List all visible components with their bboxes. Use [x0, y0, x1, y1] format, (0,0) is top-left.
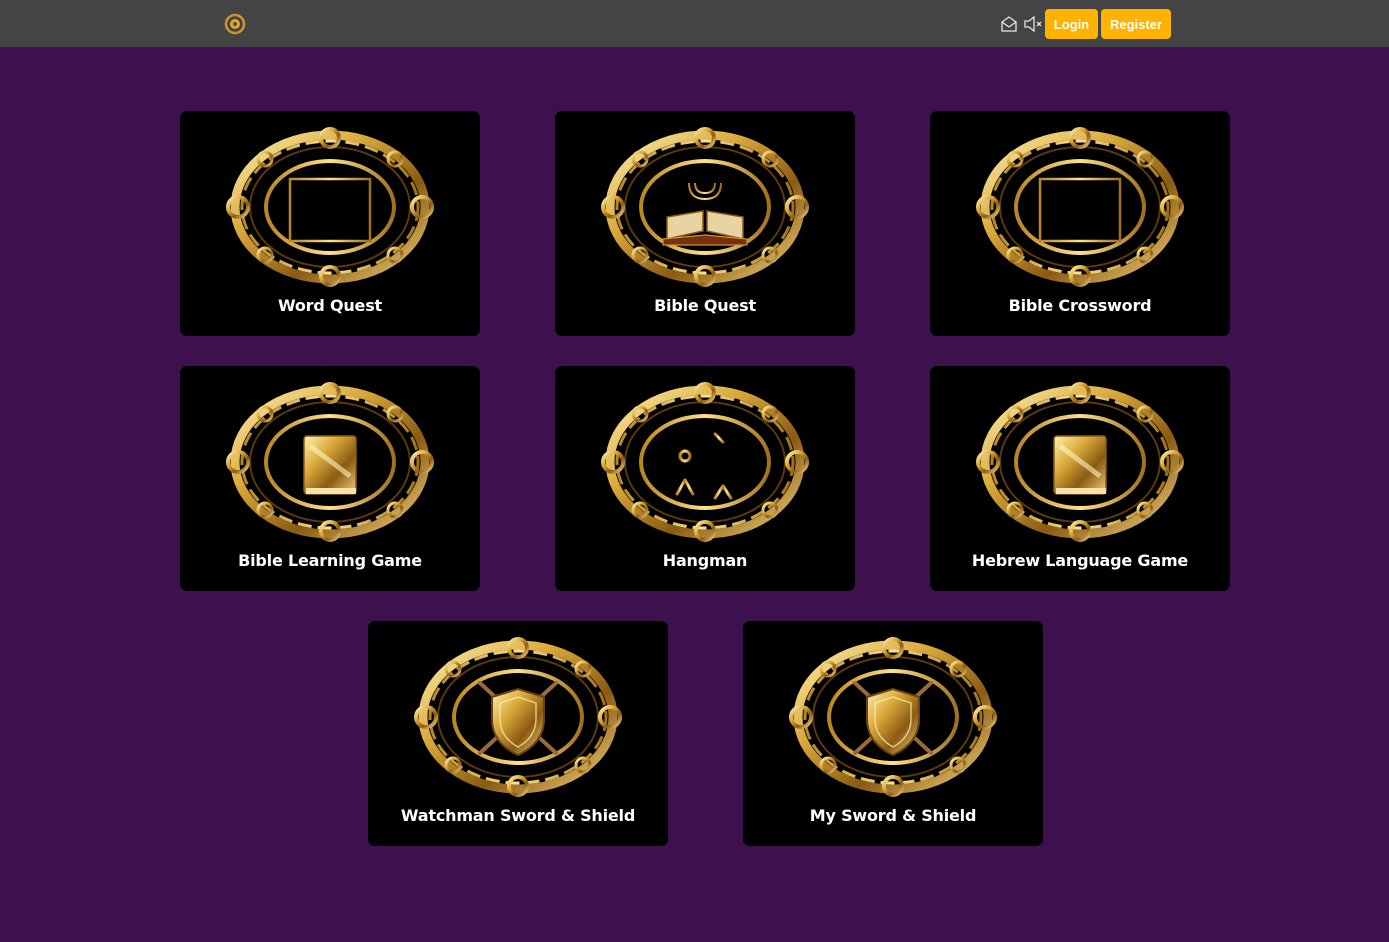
game-card-my-sword-shield[interactable]: My Sword & Shield — [743, 621, 1043, 846]
game-title: Word Quest — [277, 296, 382, 315]
sword-shield-icon — [368, 621, 668, 806]
game-title: Bible Quest — [654, 296, 756, 315]
game-title: Watchman Sword & Shield — [400, 806, 636, 825]
game-card-hangman[interactable]: Hangman — [555, 366, 855, 591]
golden-emblem-icon[interactable] — [224, 13, 246, 35]
golden-book-icon — [930, 366, 1230, 551]
game-card-bible-learning-game[interactable]: Bible Learning Game — [180, 366, 480, 591]
crossword-grid-icon — [930, 111, 1230, 296]
login-button[interactable]: Login — [1045, 9, 1098, 39]
game-card-bible-quest[interactable]: Bible Quest — [555, 111, 855, 336]
open-bible-menorah-icon — [555, 111, 855, 296]
gallows-icon — [555, 366, 855, 551]
game-title: Hangman — [662, 551, 748, 570]
game-card-hebrew-language-game[interactable]: Hebrew Language Game — [930, 366, 1230, 591]
top-navigation-bar: Login Register — [0, 0, 1389, 47]
speaker-muted-icon[interactable] — [1023, 15, 1042, 33]
game-title: Bible Learning Game — [238, 551, 422, 570]
sword-shield-icon — [743, 621, 1043, 806]
golden-book-icon — [180, 366, 480, 551]
game-title: Bible Crossword — [1008, 296, 1152, 315]
envelope-open-icon[interactable] — [1000, 15, 1018, 33]
game-card-watchman-sword-shield[interactable]: Watchman Sword & Shield — [368, 621, 668, 846]
game-card-bible-crossword[interactable]: Bible Crossword — [930, 111, 1230, 336]
letter-grid-icon — [180, 111, 480, 296]
game-title: My Sword & Shield — [809, 806, 977, 825]
game-card-word-quest[interactable]: Word Quest — [180, 111, 480, 336]
game-title: Hebrew Language Game — [971, 551, 1189, 570]
register-button[interactable]: Register — [1101, 9, 1171, 39]
